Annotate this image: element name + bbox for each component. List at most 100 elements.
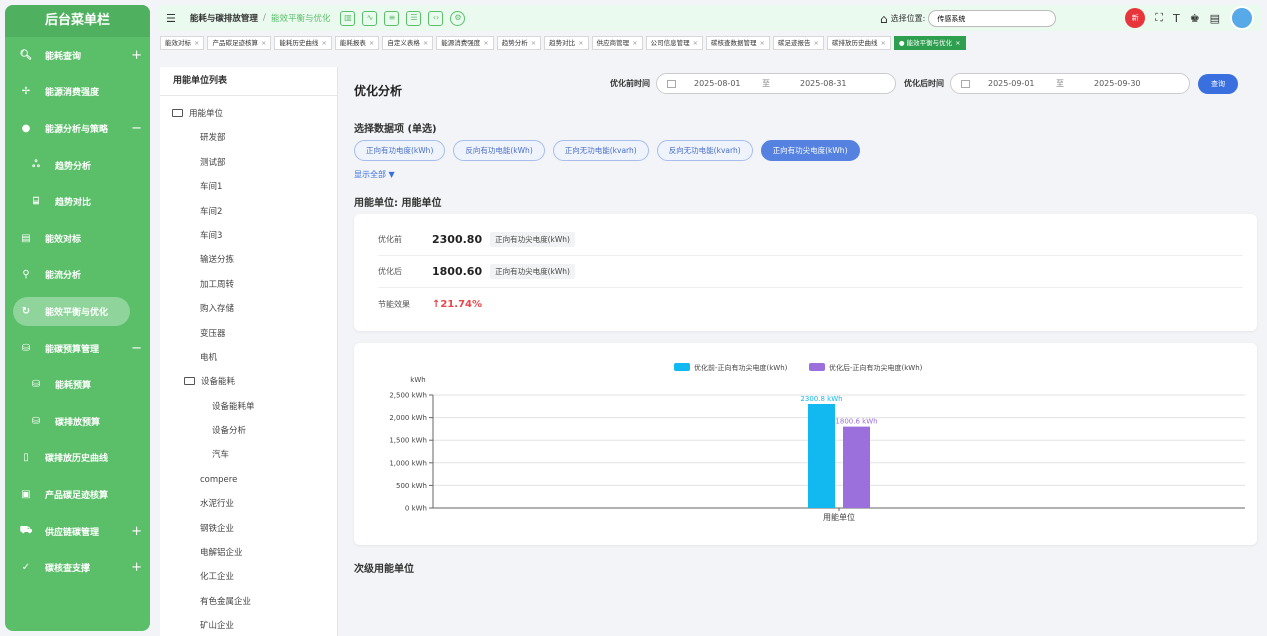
tree-node[interactable]: 加工周转 [160,273,337,297]
collapse-icon[interactable]: − [131,341,142,356]
tree-node[interactable]: 电解铝企业 [160,541,337,565]
close-icon[interactable]: × [531,39,536,47]
sidebar-item[interactable]: ✓ 碳核查支撑 + [5,549,150,586]
tree-node[interactable]: 用能单位 [160,102,337,126]
sidebar-item[interactable]: ஃ 趋势分析 [5,147,150,184]
tab-item[interactable]: 趋势分析 × [496,36,542,50]
close-icon[interactable]: × [194,39,199,47]
document-icon[interactable]: ≡ [384,10,400,26]
sidebar-item[interactable]: ⛟ 供应链碳管理 + [5,513,150,550]
sidebar-item[interactable]: ⛁ 能耗预算 [5,366,150,403]
tree-node[interactable]: 设备能耗单 [160,395,337,419]
dashboard-icon[interactable]: ▥ [340,10,356,26]
font-size-icon[interactable]: T [1173,12,1180,25]
after-end-date[interactable]: 2025-09-30 [1094,79,1141,88]
data-item-chip[interactable]: 正向有功尖电度(kWh) [760,140,860,161]
close-icon[interactable]: × [423,39,428,47]
tree-node[interactable]: 购入存储 [160,297,337,321]
tree-node[interactable]: 车间2 [160,200,337,224]
location-input[interactable] [928,10,1057,27]
data-item-chip[interactable]: 正向无功电能(kvarh) [552,140,649,161]
after-date-range[interactable]: 2025-09-01 至 2025-09-30 [950,73,1190,94]
chart-icon[interactable]: ∿ [362,10,378,26]
close-icon[interactable]: × [483,39,488,47]
show-all-link[interactable]: 显示全部 ▼ [354,169,395,180]
tab-item[interactable]: 碳足迹报告 × [772,36,824,50]
menu-toggle-icon[interactable]: ☰ [166,12,176,25]
sidebar-item[interactable]: ⛁ 能碳预算管理 − [5,330,150,367]
code-icon[interactable]: ‹› [428,10,444,26]
tab-item[interactable]: 碳核查数据管理 × [706,36,770,50]
close-icon[interactable]: × [693,39,698,47]
avatar[interactable] [1230,6,1254,30]
before-date-range[interactable]: 2025-08-01 至 2025-08-31 [656,73,896,94]
close-icon[interactable]: × [321,39,326,47]
tree-node[interactable]: compere [160,468,337,492]
sidebar-item[interactable]: ✢ 能源消费强度 [5,74,150,111]
tree-node[interactable]: 研发部 [160,126,337,150]
sidebar-item[interactable]: ▣ 产品碳足迹核算 [5,476,150,513]
sidebar-item[interactable]: ▯ 碳排放历史曲线 [5,440,150,477]
tab-item[interactable]: 产品碳足迹核算 × [207,36,272,50]
data-item-chip[interactable]: 反向无功电能(kvarh) [656,140,753,161]
fullscreen-icon[interactable]: ⛶ [1155,11,1163,25]
sidebar-item[interactable]: ⌸ 趋势对比 [5,183,150,220]
collapse-icon[interactable]: − [131,121,142,136]
close-icon[interactable]: × [955,39,960,47]
tree-node[interactable]: 矿山企业 [160,614,337,636]
tree-node[interactable]: 电机 [160,346,337,370]
tree-node[interactable]: 设备分析 [160,419,337,443]
tree-node[interactable]: 设备能耗 [160,370,337,394]
breadcrumb-parent[interactable]: 能耗与碳排放管理 [190,12,258,24]
tab-item[interactable]: 公司信息管理 × [645,36,704,50]
sidebar-item[interactable]: 🔍︎ 能耗查询 + [5,37,150,74]
close-icon[interactable]: × [632,39,637,47]
tab-item[interactable]: 能效对标 × [160,36,205,50]
shirt-icon[interactable]: ♚ [1190,12,1200,25]
close-icon[interactable]: × [261,39,266,47]
close-icon[interactable]: × [880,39,885,47]
tree-node[interactable]: 化工企业 [160,565,337,589]
tree-node[interactable]: 钢铁企业 [160,517,337,541]
sidebar-item[interactable]: ⚲ 能流分析 [5,257,150,294]
data-item-chip[interactable]: 正向有功电度(kWh) [354,140,446,161]
tree-node[interactable]: 有色金属企业 [160,590,337,614]
expand-icon[interactable]: + [131,560,142,575]
sidebar-item[interactable]: ⛁ 碳排放预算 [5,403,150,440]
expand-icon[interactable]: + [131,524,142,539]
tab-item[interactable]: 能耗报表 × [334,36,380,50]
close-icon[interactable]: × [369,39,374,47]
notification-icon[interactable]: 新 [1125,8,1146,28]
tab-item[interactable]: 能源消费强度 × [436,36,494,50]
sidebar-item[interactable]: ● 能源分析与策略 − [5,110,150,147]
tab-item[interactable]: 趋势对比 × [544,36,589,50]
tree-node[interactable]: 测试部 [160,151,337,175]
tree-node[interactable]: 汽车 [160,443,337,467]
tab-item[interactable]: 供应商管理 × [591,36,643,50]
tab-item[interactable]: ● 能效平衡与优化 × [893,36,966,50]
tree-node-label: 变压器 [200,328,226,339]
close-icon[interactable]: × [760,39,765,47]
tree-node-label: 汽车 [212,450,230,461]
tab-item[interactable]: 能耗历史曲线 × [274,36,332,50]
before-end-date[interactable]: 2025-08-31 [800,79,847,88]
tree-node[interactable]: 变压器 [160,322,337,346]
tree-node[interactable]: 输送分拣 [160,248,337,272]
tab-item[interactable]: 自定义表格 × [382,36,434,50]
sidebar-item[interactable]: ↻ 能效平衡与优化 [5,293,150,330]
tree-node[interactable]: 车间1 [160,175,337,199]
data-item-chip[interactable]: 反向有功电能(kWh) [453,140,545,161]
query-button[interactable]: 查询 [1198,73,1238,94]
gear-icon[interactable]: ⚙ [450,10,466,26]
close-icon[interactable]: × [813,39,818,47]
list-icon[interactable]: ☰ [406,10,422,26]
expand-icon[interactable]: + [131,48,142,63]
sidebar-item[interactable]: ▤ 能效对标 [5,220,150,257]
tab-item[interactable]: 碳排放历史曲线 × [826,36,891,50]
tree-node[interactable]: 车间3 [160,224,337,248]
close-icon[interactable]: × [578,39,583,47]
after-start-date[interactable]: 2025-09-01 [988,79,1056,88]
file-icon[interactable]: ▤ [1210,12,1220,25]
before-start-date[interactable]: 2025-08-01 [694,79,762,88]
tree-node[interactable]: 水泥行业 [160,492,337,516]
